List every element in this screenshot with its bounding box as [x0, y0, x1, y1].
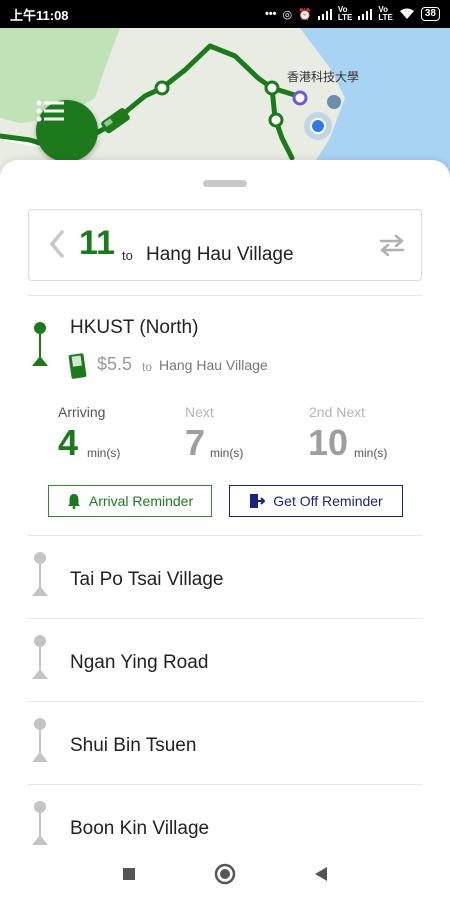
sheet-drag-handle[interactable] [203, 180, 247, 187]
stop-pin-icon [32, 635, 48, 679]
eta-next-label: Next [185, 404, 214, 420]
divider [28, 295, 422, 296]
wifi-icon [399, 8, 414, 19]
stop-list-item[interactable]: Shui Bin Tsuen [0, 702, 450, 784]
recents-button[interactable] [122, 867, 136, 881]
chevron-left-icon[interactable] [49, 230, 65, 258]
route-list-menu-button[interactable] [36, 100, 98, 162]
my-location-marker [310, 118, 326, 134]
alarm-icon: ⏰ [298, 8, 312, 21]
route-map[interactable]: 香港科技大學 [0, 28, 450, 178]
volte-icon: Vo LTE [337, 5, 353, 22]
route-to-word: to [122, 248, 133, 263]
get-off-reminder-button[interactable]: Get Off Reminder [229, 485, 403, 517]
more-dots-icon: ••• [264, 8, 277, 20]
route-detail-sheet: 11 to Hang Hau Village HKUST (North) $5.… [0, 160, 450, 850]
get-off-reminder-label: Get Off Reminder [273, 493, 383, 509]
destination-marker [292, 90, 308, 106]
stop-name: Boon Kin Village [70, 818, 210, 839]
signal-icon [317, 8, 332, 20]
route-destination: Hang Hau Village [146, 244, 294, 265]
stop-pin-icon [32, 801, 48, 845]
stop-list-item[interactable]: Ngan Ying Road [0, 619, 450, 701]
route-number: 11 [79, 224, 115, 262]
place-pin-icon [327, 95, 341, 109]
fare-to-word: to [142, 360, 153, 374]
stop-list-item[interactable]: Tai Po Tsai Village [0, 536, 450, 618]
map-place-label: 香港科技大學 [287, 70, 360, 84]
swap-direction-icon[interactable] [379, 234, 405, 256]
eta-2nd-next-label: 2nd Next [309, 404, 366, 420]
status-time: 上午11:08 [10, 7, 69, 23]
eta-next-value: 7 [185, 422, 206, 463]
fare-destination: Hang Hau Village [159, 357, 268, 373]
fare-amount: $5.5 [97, 354, 133, 374]
status-bar: 上午11:08 ••• ◎ ⏰ Vo LTE Vo LTE 38 [0, 0, 450, 28]
eta-2nd-next-unit: min(s) [354, 446, 388, 460]
arrival-reminder-button[interactable]: Arrival Reminder [48, 485, 212, 517]
octopus-card-icon [68, 353, 87, 379]
square-icon [123, 868, 135, 880]
stop-name: Ngan Ying Road [70, 652, 209, 673]
stop-pin-icon [32, 718, 48, 762]
exit-door-icon [250, 494, 266, 508]
stop-name: Shui Bin Tsuen [70, 735, 197, 756]
eta-next-unit: min(s) [210, 446, 244, 460]
status-icons: ••• ◎ ⏰ Vo LTE Vo LTE 38 [265, 6, 440, 22]
bell-icon [67, 494, 80, 509]
list-icon [36, 100, 64, 122]
eta-2nd-next-value: 10 [308, 422, 349, 463]
eta-arriving-value: 4 [58, 422, 79, 463]
eta-arriving-unit: min(s) [87, 446, 121, 460]
eta-arriving-label: Arriving [58, 404, 106, 420]
stop-marker [264, 80, 280, 96]
route-header-card: 11 to Hang Hau Village [28, 209, 422, 281]
system-navigation-bar [0, 848, 450, 900]
home-button[interactable] [214, 863, 236, 885]
stop-marker [154, 80, 170, 96]
stop-pin-icon [32, 552, 48, 596]
arrival-reminder-label: Arrival Reminder [88, 493, 194, 509]
back-triangle-icon [315, 867, 327, 881]
back-button[interactable] [314, 866, 328, 882]
battery-indicator: 38 [420, 7, 440, 21]
current-stop-name: HKUST (North) [70, 317, 199, 338]
home-circle-icon [214, 863, 236, 885]
stop-list-item[interactable]: Boon Kin Village [0, 785, 450, 850]
volte-icon: Vo LTE [378, 5, 393, 22]
current-stop-pin-icon [32, 322, 48, 366]
stop-name: Tai Po Tsai Village [70, 569, 224, 590]
stop-marker [268, 112, 284, 128]
signal-icon [358, 8, 373, 20]
sync-icon: ◎ [282, 8, 293, 21]
